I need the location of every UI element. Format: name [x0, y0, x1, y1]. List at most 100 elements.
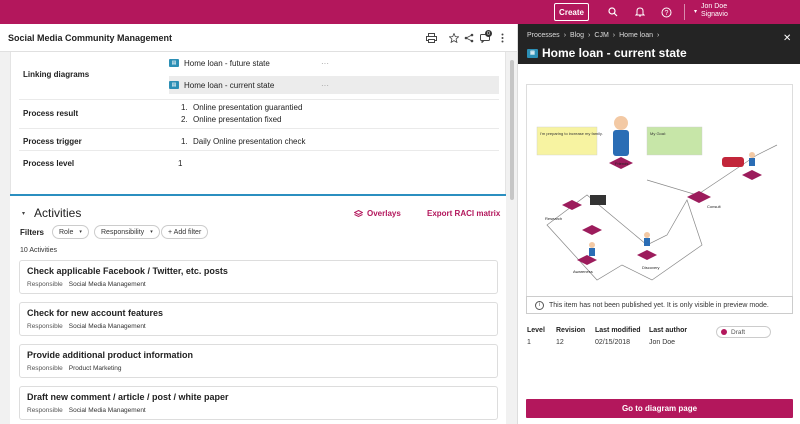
divider	[19, 150, 499, 151]
user-menu[interactable]: ▾ Jon Doe Signavio	[694, 3, 728, 19]
diagram-preview[interactable]: I'm preparing to increase my family. My …	[526, 84, 793, 309]
page-header: Social Media Community Management 0	[0, 24, 517, 52]
breadcrumb-separator: ›	[656, 32, 660, 39]
responsibility-filter-label: Responsibility	[101, 228, 145, 236]
divider	[19, 128, 499, 129]
stage-label-friends: Friends	[615, 161, 628, 166]
topbar-divider	[684, 4, 685, 20]
activities-title: Activities	[34, 206, 82, 220]
breadcrumb-cjm[interactable]: CJM	[594, 32, 608, 39]
preview-info-banner: i This item has not been published yet. …	[526, 296, 793, 314]
breadcrumb: Processes › Blog › CJM › Home loan ›	[527, 32, 659, 39]
breadcrumb-separator: ›	[612, 32, 616, 39]
breadcrumb-home-loan[interactable]: Home loan	[619, 32, 653, 39]
diagram-icon: ▤	[169, 81, 179, 89]
chevron-down-icon: ▾	[694, 8, 698, 15]
linking-diagram-future[interactable]: ▤ Home loan - future state ···	[169, 54, 499, 72]
chevron-down-icon: ▾	[79, 229, 82, 235]
process-level-value: 1	[178, 159, 183, 168]
print-icon[interactable]	[425, 32, 437, 44]
user-name: Jon Doe	[701, 3, 728, 10]
journey-map-illustration: I'm preparing to increase my family. My …	[536, 116, 778, 281]
activity-name: Provide additional product information	[27, 350, 194, 360]
ellipsis-icon[interactable]: ···	[321, 81, 329, 90]
stage-label-research: Research	[545, 216, 562, 221]
activity-name: Check applicable Facebook / Twitter, etc…	[27, 266, 228, 276]
activity-meta: Responsible Product Marketing	[27, 365, 122, 372]
overlays-button[interactable]: Overlays	[354, 209, 401, 218]
meta-last-modified: Last modified 02/15/2018	[595, 327, 641, 346]
result-item: 2. Online presentation fixed	[181, 115, 282, 124]
status-text: Draft	[731, 328, 746, 336]
process-detail-pane: Social Media Community Management 0 ▤ Ho…	[0, 24, 517, 424]
process-result-label: Process result	[23, 109, 79, 118]
result-item: 1. Online presentation guarantied	[181, 103, 303, 112]
role-filter-label: Role	[59, 228, 74, 236]
panel-title-text: Home loan - current state	[542, 46, 687, 60]
breadcrumb-separator: ›	[588, 32, 591, 39]
more-icon[interactable]	[496, 32, 508, 44]
process-trigger-label: Process trigger	[23, 137, 82, 146]
properties-card: ▤ Home loan - future state ··· ▤ Home lo…	[10, 52, 506, 207]
stage-label-discovery: Discovery	[642, 265, 660, 270]
activity-meta: Responsible Social Media Management	[27, 323, 146, 330]
bubble-text: I'm preparing to increase my family.	[540, 131, 603, 136]
info-icon: i	[535, 300, 544, 310]
breadcrumb-separator: ›	[563, 32, 567, 39]
go-to-diagram-button[interactable]: Go to diagram page	[526, 399, 793, 418]
activities-count: 10 Activities	[20, 247, 57, 254]
meta-level: Level 1	[527, 327, 545, 346]
diagram-icon: ▤	[169, 59, 179, 67]
panel-title: ▤ Home loan - current state	[527, 46, 687, 60]
search-icon[interactable]	[606, 5, 620, 19]
banner-text: This item has not been published yet. It…	[549, 301, 769, 309]
status-dot-icon	[721, 329, 727, 335]
stage-label-consult: Consult	[707, 204, 721, 209]
bell-icon[interactable]	[633, 5, 647, 19]
close-icon[interactable]: ✕	[783, 33, 791, 44]
svg-text:?: ?	[664, 10, 668, 17]
activity-item[interactable]: Provide additional product information R…	[19, 344, 498, 378]
overlays-label: Overlays	[367, 209, 401, 218]
status-badge: Draft	[716, 326, 771, 338]
divider	[19, 99, 499, 100]
activity-name: Check for new account features	[27, 308, 164, 318]
breadcrumb-blog[interactable]: Blog	[570, 32, 584, 39]
ellipsis-icon[interactable]: ···	[321, 59, 329, 68]
layers-icon	[354, 209, 363, 217]
responsibility-filter[interactable]: Responsibility ▾	[94, 225, 160, 239]
linking-diagrams-label: Linking diagrams	[23, 70, 90, 79]
filters-label: Filters	[20, 228, 45, 237]
top-navigation-bar: Create ? ▾ Jon Doe Signavio	[0, 0, 800, 24]
comment-count-badge: 0	[485, 30, 492, 37]
page-title: Social Media Community Management	[8, 33, 173, 43]
add-filter-button[interactable]: + Add filter	[161, 225, 209, 239]
star-icon[interactable]	[448, 32, 460, 44]
activity-meta: Responsible Social Media Management	[27, 407, 146, 414]
user-org: Signavio	[701, 11, 728, 18]
breadcrumb-processes[interactable]: Processes	[527, 32, 560, 39]
diagram-preview-panel: Processes › Blog › CJM › Home loan › ▤ H…	[517, 24, 800, 424]
activity-meta: Responsible Social Media Management	[27, 281, 146, 288]
activity-item[interactable]: Draft new comment / article / post / whi…	[19, 386, 498, 420]
meta-last-author: Last author Jon Doe	[649, 327, 688, 346]
collapse-caret-icon[interactable]: ▾	[22, 210, 25, 217]
stage-label-awareness: Awareness	[573, 269, 593, 274]
activity-item[interactable]: Check for new account features Responsib…	[19, 302, 498, 336]
process-level-label: Process level	[23, 159, 75, 168]
activities-card: ▾ Activities Overlays Export RACI matrix…	[10, 194, 506, 424]
linking-diagram-current[interactable]: ▤ Home loan - current state ···	[169, 76, 499, 94]
panel-header: Processes › Blog › CJM › Home loan › ▤ H…	[518, 24, 800, 64]
export-raci-button[interactable]: Export RACI matrix	[427, 209, 500, 218]
share-icon[interactable]	[463, 32, 475, 44]
linking-diagram-label: Home loan - future state	[184, 58, 270, 68]
diagram-icon: ▤	[527, 48, 538, 58]
activity-item[interactable]: Check applicable Facebook / Twitter, etc…	[19, 260, 498, 294]
create-button[interactable]: Create	[554, 3, 589, 21]
trigger-item: 1. Daily Online presentation check	[181, 137, 306, 146]
bubble-text: My Goal:	[650, 131, 666, 136]
role-filter[interactable]: Role ▾	[52, 225, 89, 239]
activity-name: Draft new comment / article / post / whi…	[27, 392, 229, 402]
help-icon[interactable]: ?	[659, 5, 673, 19]
scrollbar-thumb[interactable]	[510, 60, 514, 200]
